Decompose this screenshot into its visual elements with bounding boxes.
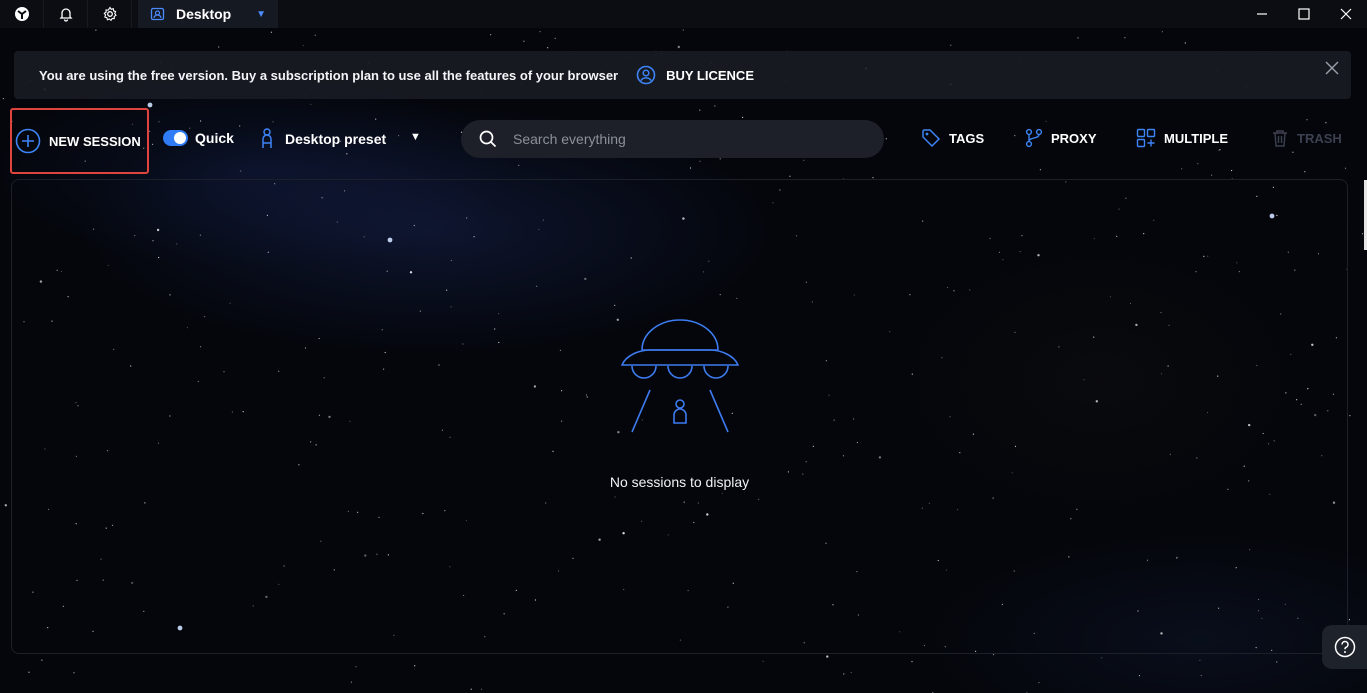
trash-icon (1273, 130, 1287, 147)
tags-label: TAGS (949, 130, 985, 146)
app-window: Desktop ▼ You are using the free version… (0, 0, 1367, 693)
bell-icon (58, 8, 73, 22)
empty-state: No sessions to display (12, 318, 1347, 490)
close-icon (1340, 8, 1352, 20)
help-button[interactable] (1322, 625, 1367, 669)
preset-dropdown-icon[interactable]: ▼ (410, 131, 421, 143)
ufo-illustration-icon (620, 319, 739, 433)
multiple-label: MULTIPLE (1164, 130, 1229, 146)
search-input[interactable] (513, 131, 853, 147)
tab-desktop-label: Desktop (176, 6, 232, 22)
person-icon (262, 128, 272, 148)
question-circle-icon (1334, 636, 1355, 658)
app-menu-button[interactable] (0, 0, 44, 28)
banner-message: You are using the free version. Buy a su… (39, 67, 619, 83)
quick-label: Quick (195, 130, 234, 146)
new-session-button[interactable]: NEW SESSION (10, 108, 149, 174)
title-bar: Desktop ▼ (0, 0, 1367, 28)
notifications-button[interactable] (44, 0, 88, 28)
maximize-icon (1298, 8, 1310, 20)
tag-icon (922, 129, 941, 148)
desktop-profile-icon (150, 7, 165, 21)
proxy-button[interactable]: PROXY (1025, 128, 1097, 148)
free-version-banner: You are using the free version. Buy a su… (14, 51, 1351, 99)
minimize-icon (1257, 13, 1267, 15)
settings-button[interactable] (88, 0, 132, 28)
proxy-label: PROXY (1051, 130, 1097, 146)
close-window-button[interactable] (1325, 0, 1367, 28)
search-icon (479, 130, 497, 148)
gear-icon (102, 6, 117, 22)
buy-licence-label: BUY LICENCE (666, 67, 754, 83)
app-logo-icon (14, 7, 29, 21)
empty-state-message: No sessions to display (609, 474, 750, 490)
multiple-button[interactable]: MULTIPLE (1136, 128, 1228, 148)
banner-close-icon[interactable] (1323, 59, 1341, 77)
plus-circle-icon (15, 128, 41, 154)
buy-licence-button[interactable]: BUY LICENCE (636, 65, 754, 85)
preset-selector[interactable]: Desktop preset (259, 128, 386, 150)
user-circle-icon (636, 65, 656, 85)
maximize-button[interactable] (1283, 0, 1325, 28)
tags-button[interactable]: TAGS (921, 128, 984, 148)
tab-desktop[interactable]: Desktop ▼ (138, 0, 278, 28)
quick-toggle[interactable] (163, 130, 188, 146)
trash-label: TRASH (1297, 130, 1342, 146)
preset-label: Desktop preset (285, 131, 387, 147)
minimize-button[interactable] (1241, 0, 1283, 28)
tab-dropdown-icon[interactable]: ▼ (256, 9, 266, 20)
quick-toggle-group: Quick (163, 130, 234, 146)
grid-plus-icon (1136, 128, 1156, 148)
sessions-panel: No sessions to display (11, 179, 1348, 654)
new-session-label: NEW SESSION (49, 133, 141, 149)
search-bar[interactable] (461, 120, 884, 158)
branch-icon (1025, 128, 1043, 148)
trash-button[interactable]: TRASH (1271, 128, 1342, 148)
window-controls (1241, 0, 1367, 28)
